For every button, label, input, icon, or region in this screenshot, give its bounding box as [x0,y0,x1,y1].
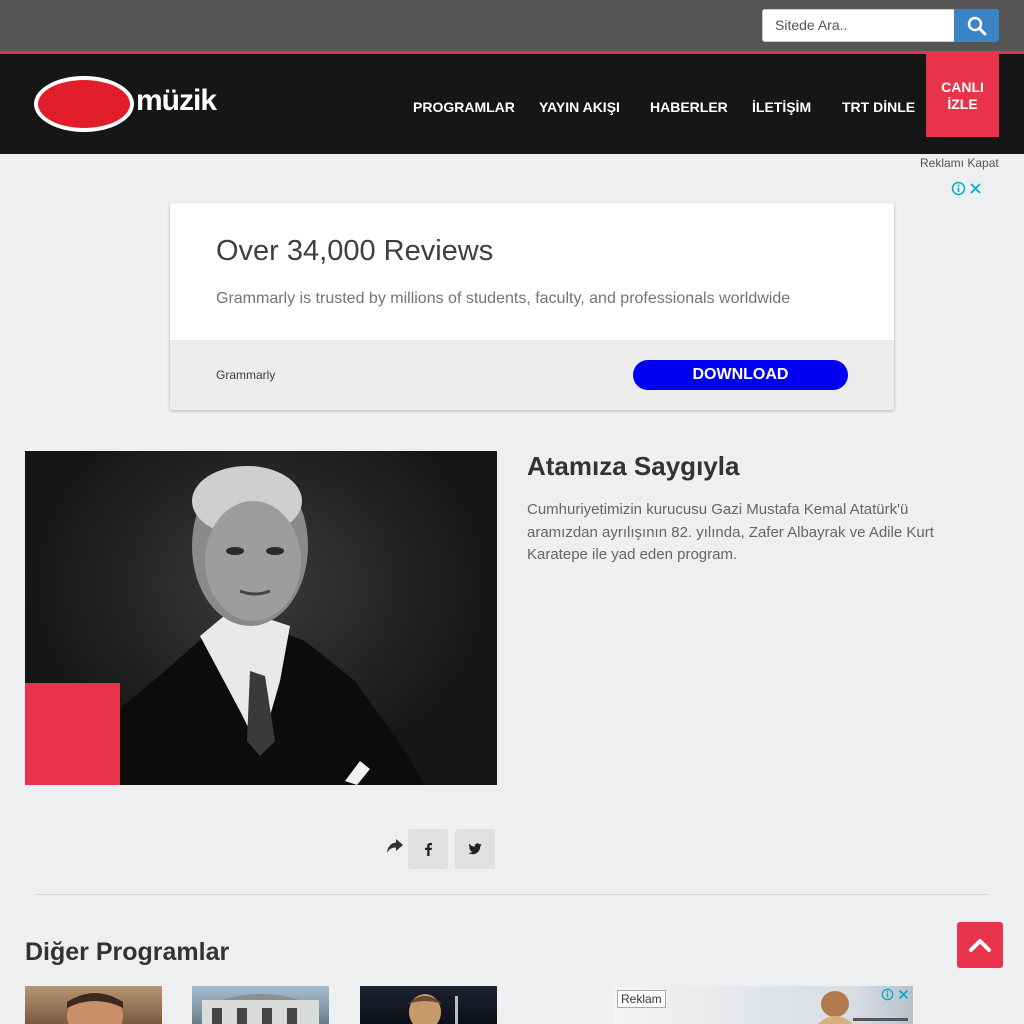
program-thumbnail[interactable] [360,986,497,1024]
article-description: Cumhuriyetimizin kurucusu Gazi Mustafa K… [527,501,934,563]
ad2-image [818,991,908,1024]
ad-banner[interactable]: Over 34,000 Reviews Grammarly is trusted… [170,203,894,410]
ad-footer: Grammarly DOWNLOAD [170,340,894,410]
program-thumbnail-image [408,994,458,1024]
main-navbar: TRT müzik PROGRAMLAR YAYIN AKIŞI HABERLE… [0,54,1024,154]
chevron-up-icon [969,939,991,952]
article-title: Atamıza Saygıyla [527,451,740,481]
hero-accent-block [25,683,120,785]
trt-muzik-logo[interactable]: TRT müzik [34,76,224,136]
live-watch-button[interactable]: CANLI İZLE [926,54,999,137]
info-icon[interactable] [881,988,894,1001]
logo-trt-text: TRT [62,88,106,115]
live-line1: CANLI [941,78,984,95]
scroll-to-top-button[interactable] [957,922,1003,968]
nav-item-programlar[interactable]: PROGRAMLAR [413,99,515,115]
program-thumbnail-image [202,994,319,1024]
nav-item-haberler[interactable]: HABERLER [650,99,728,115]
search-icon [967,16,986,35]
ad-download-button[interactable]: DOWNLOAD [633,360,848,390]
nav-item-yayin-akisi[interactable]: YAYIN AKIŞI [539,99,620,115]
facebook-share-button[interactable] [408,829,448,869]
facebook-icon [425,843,432,856]
close-icon[interactable] [897,988,910,1001]
section-divider [35,894,989,895]
nav-item-trt-dinle[interactable]: TRT DİNLE [842,99,915,115]
twitter-share-button[interactable] [455,829,495,869]
logo-muzik-text: müzik [136,84,217,117]
live-line2: İZLE [947,95,978,112]
program-thumbnail-image [67,992,123,1024]
share-icon [387,839,403,853]
top-bar: Sitede Ara.. [0,0,1024,51]
article-hero-image [25,451,497,785]
nav-item-iletisim[interactable]: İLETİŞİM [752,99,811,115]
search-input[interactable]: Sitede Ara.. [762,9,955,42]
program-thumbnail[interactable] [25,986,162,1024]
sidebar-ad[interactable]: Reklam [613,986,913,1024]
search-button[interactable] [954,9,999,42]
twitter-icon [468,843,482,855]
other-programs-title: Diğer Programlar [25,938,230,966]
ad-choices[interactable] [951,181,983,196]
ad-description: Grammarly is trusted by millions of stud… [216,290,791,307]
ad-brand[interactable]: Grammarly [216,368,275,382]
ad-title[interactable]: Over 34,000 Reviews [216,235,493,268]
program-thumbnail[interactable] [192,986,329,1024]
ad-close-link[interactable]: Reklamı Kapat [920,156,999,170]
close-icon[interactable] [968,181,983,196]
info-icon[interactable] [951,181,966,196]
